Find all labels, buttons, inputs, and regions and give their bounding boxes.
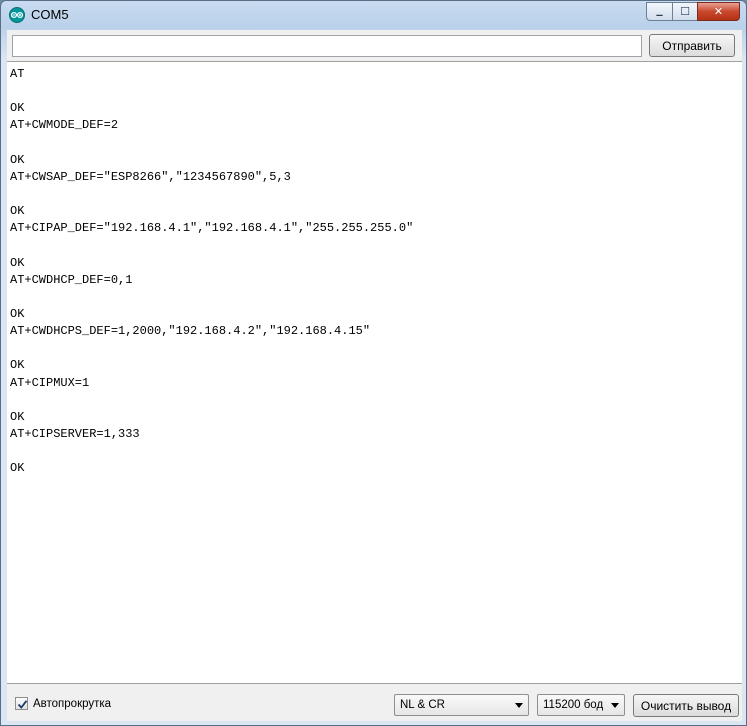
autoscroll-label: Автопрокрутка <box>33 697 112 710</box>
line-ending-select[interactable]: NL & CR <box>394 694 529 716</box>
serial-output[interactable]: AT OK AT+CWMODE_DEF=2 OK AT+CWSAP_DEF="ESP82… <box>7 61 742 684</box>
output-line: AT+CWDHCPS_DEF=1,2000,"192.168.4.2","192… <box>10 324 371 339</box>
chevron-down-icon <box>515 703 523 708</box>
output-line: AT+CIPSERVER=1,333 <box>10 426 140 441</box>
autoscroll-toggle[interactable]: Автопрокрутка <box>15 697 111 710</box>
serial-monitor-window: COM5 ▁ ☐ ✕ Отправить AT OK AT+CWMODE_DEF=2… <box>0 0 747 726</box>
title-bar[interactable]: COM5 ▁ ☐ ✕ <box>1 1 746 29</box>
output-line: OK <box>10 358 25 373</box>
output-line: AT+CWMODE_DEF=2 <box>10 118 119 133</box>
baud-rate-select[interactable]: 115200 бод <box>537 694 625 716</box>
output-line: OK <box>10 255 25 270</box>
output-line: OK <box>10 204 25 219</box>
output-line: AT+CWDHCP_DEF=0,1 <box>10 272 133 287</box>
output-line: AT <box>10 67 25 81</box>
client-area: Отправить AT OK AT+CWMODE_DEF=2 OK AT+CWSAP_… <box>7 30 742 721</box>
close-icon: ✕ <box>713 6 724 18</box>
send-button[interactable]: Отправить <box>649 34 735 57</box>
window-controls: ▁ ☐ ✕ <box>646 2 740 21</box>
output-line: OK <box>10 461 25 476</box>
chevron-down-icon <box>611 703 619 708</box>
window-title: COM5 <box>31 7 69 22</box>
line-ending-value: NL & CR <box>400 699 445 711</box>
output-line: AT+CWSAP_DEF="ESP8266","1234567890",5,3 <box>10 169 291 184</box>
checkmark-icon <box>17 700 28 709</box>
output-line: AT+CIPMUX=1 <box>10 375 90 390</box>
send-input[interactable] <box>12 35 642 57</box>
close-button[interactable]: ✕ <box>697 2 740 21</box>
output-line: OK <box>10 409 25 424</box>
minimize-icon: ▁ <box>656 7 663 16</box>
clear-output-button[interactable]: Очистить вывод <box>633 694 739 717</box>
output-line: OK <box>10 152 25 167</box>
arduino-icon <box>9 7 25 23</box>
maximize-button[interactable]: ☐ <box>672 2 697 21</box>
minimize-button[interactable]: ▁ <box>646 2 672 21</box>
baud-rate-value: 115200 бод <box>543 699 604 711</box>
maximize-icon: ☐ <box>680 6 690 18</box>
bottom-toolbar: Автопрокрутка NL & CR 115200 бод Очистит… <box>7 685 742 721</box>
autoscroll-checkbox[interactable] <box>15 697 28 710</box>
output-line: OK <box>10 306 25 321</box>
output-line: OK <box>10 101 25 116</box>
output-line: AT+CIPAP_DEF="192.168.4.1","192.168.4.1"… <box>10 221 414 236</box>
